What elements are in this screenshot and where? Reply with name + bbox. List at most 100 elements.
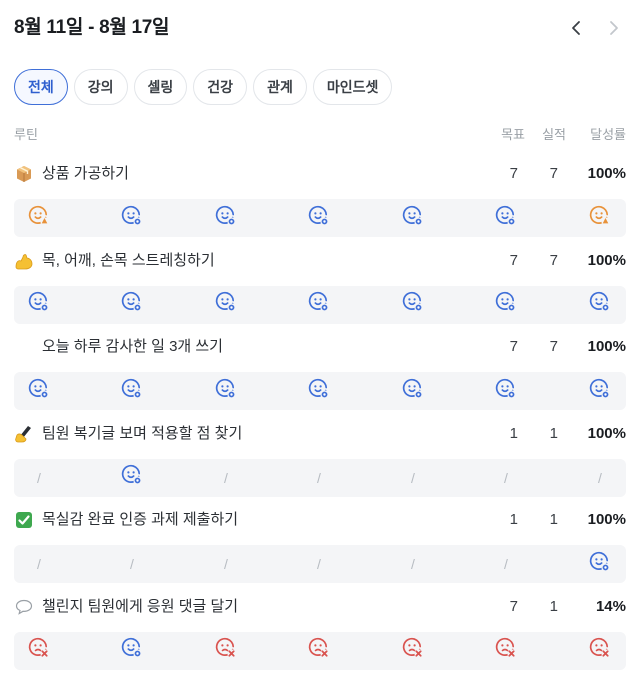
routine-week-strip: / / / / / / [14,458,626,497]
day-cell-done[interactable] [113,199,151,237]
routine-row[interactable]: 챌린지 팀원에게 응원 댓글 달기 7 1 14% [14,595,626,670]
day-cell-done[interactable] [394,199,432,237]
routine-title: 상품 가공하기 [14,162,129,186]
day-cell-done[interactable] [300,372,338,410]
filter-chip-lecture[interactable]: 강의 [73,69,128,105]
face-done-icon [215,291,237,318]
day-cell-done[interactable] [487,372,525,410]
day-cell-fail[interactable] [207,632,245,670]
day-cell-fail[interactable] [581,632,619,670]
routine-rate: 100% [587,165,626,182]
day-cell-done[interactable] [207,372,245,410]
routine-row[interactable]: 목, 어깨, 손목 스트레칭하기 7 7 100% [14,249,626,324]
day-cell-done[interactable] [581,545,619,583]
day-cell-fail[interactable] [394,632,432,670]
routine-title-text: 팀원 복기글 보며 적용할 점 찾기 [42,424,243,442]
day-cell-done[interactable] [394,286,432,324]
face-done-icon [215,205,237,232]
day-cell-fail[interactable] [487,632,525,670]
day-cell-pending[interactable] [581,199,619,237]
face-fail-icon [215,637,237,664]
face-done-icon [495,291,517,318]
routine-week-strip [14,285,626,324]
day-cell-done[interactable] [20,286,58,324]
filter-chip-health[interactable]: 건강 [193,69,248,105]
routine-row[interactable]: 목실감 완료 인증 과제 제출하기 1 1 100% / / / / / / [14,508,626,583]
face-done-icon [308,205,330,232]
day-cell-empty[interactable]: / [300,545,338,583]
day-empty-mark: / [317,469,321,486]
day-empty-mark: / [411,469,415,486]
day-cell-done[interactable] [113,372,151,410]
routine-title: 팀원 복기글 보며 적용할 점 찾기 [14,422,242,446]
day-cell-empty[interactable]: / [487,545,525,583]
filter-chip-mindset[interactable]: 마인드셋 [312,69,393,105]
day-cell-done[interactable] [113,286,151,324]
day-cell-pending[interactable] [20,199,58,237]
day-cell-empty[interactable]: / [207,459,245,497]
day-cell-fail[interactable] [300,632,338,670]
day-cell-done[interactable] [487,286,525,324]
face-pending-icon [589,205,611,232]
day-cell-empty[interactable]: / [207,545,245,583]
day-cell-done[interactable] [113,459,151,497]
face-fail-icon [495,637,517,664]
face-done-icon [402,378,424,405]
day-cell-done[interactable] [20,372,58,410]
filter-chip-relationship[interactable]: 관계 [253,69,307,105]
face-done-icon [121,378,143,405]
routine-title-text: 목실감 완료 인증 과제 제출하기 [42,511,239,528]
routine-done: 1 [549,597,558,615]
day-cell-empty[interactable]: / [487,459,525,497]
day-cell-empty[interactable]: / [300,459,338,497]
day-cell-done[interactable] [394,372,432,410]
day-cell-empty[interactable]: / [581,459,619,497]
speech-bubble-icon [14,597,34,617]
day-cell-done[interactable] [207,286,245,324]
day-cell-done[interactable] [300,286,338,324]
face-fail-icon [589,637,611,664]
filter-chip-selling[interactable]: 셀링 [133,69,188,105]
day-cell-done[interactable] [487,199,525,237]
routine-row[interactable]: 팀원 복기글 보며 적용할 점 찾기 1 1 100% / / / / / / [14,422,626,497]
day-cell-done[interactable] [113,632,151,670]
routine-goal: 7 [509,251,518,269]
face-done-icon [121,464,143,491]
next-week-button[interactable] [602,14,626,42]
day-empty-mark: / [224,469,228,486]
routine-row[interactable]: 오늘 하루 감사한 일 3개 쓰기 7 7 100% [14,335,626,410]
column-rate: 달성률 [590,127,626,142]
filter-chip-all[interactable]: 전체 [14,69,68,105]
day-cell-empty[interactable]: / [394,545,432,583]
face-done-icon [589,378,611,405]
prev-week-button[interactable] [564,14,588,42]
category-filter: 전체 강의 셀링 건강 관계 마인드셋 [14,69,393,105]
day-cell-empty[interactable]: / [20,545,58,583]
routine-rate: 14% [595,597,626,615]
day-cell-done[interactable] [581,286,619,324]
day-cell-done[interactable] [300,199,338,237]
routine-rate: 100% [587,511,626,528]
face-fail-icon [308,637,330,664]
routine-header: 오늘 하루 감사한 일 3개 쓰기 7 7 100% [14,335,626,359]
day-empty-mark: / [504,556,508,572]
routine-title-text: 목, 어깨, 손목 스트레칭하기 [42,251,215,269]
face-done-icon [495,378,517,405]
routine-title: 챌린지 팀원에게 응원 댓글 달기 [14,595,238,619]
routine-rate: 100% [587,338,626,355]
day-cell-empty[interactable]: / [113,545,151,583]
routine-goal: 7 [509,338,518,355]
flexed-biceps-icon [14,251,34,271]
date-range-title: 8월 11일 - 8월 17일 [14,17,170,38]
day-cell-empty[interactable]: / [394,459,432,497]
routine-goal: 1 [509,424,518,442]
day-cell-fail[interactable] [20,632,58,670]
day-cell-empty[interactable]: / [20,459,58,497]
writing-hand-icon [14,424,34,444]
day-cell-done[interactable] [207,199,245,237]
routine-title-text: 상품 가공하기 [42,165,129,182]
day-cell-done[interactable] [581,372,619,410]
day-empty-mark: / [130,556,134,572]
routine-row[interactable]: 상품 가공하기 7 7 100% [14,162,626,237]
routine-header: 목실감 완료 인증 과제 제출하기 1 1 100% [14,508,626,532]
